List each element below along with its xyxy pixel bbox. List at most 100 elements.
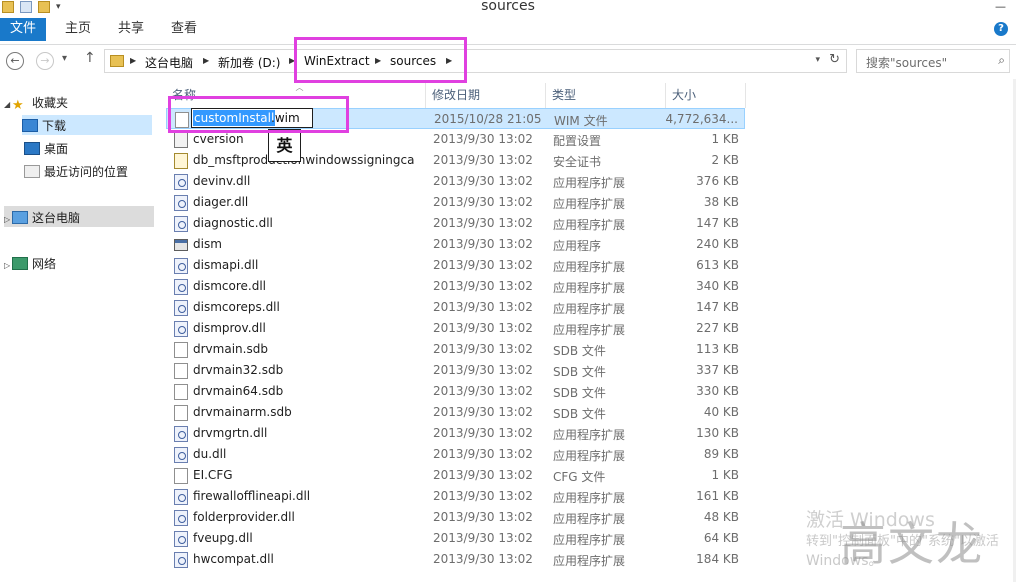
- file-name: drvmain32.sdb: [193, 363, 284, 377]
- nav-desktop[interactable]: 桌面: [24, 140, 68, 157]
- file-row[interactable]: dism 2013/9/30 13:02 应用程序 240 KB: [166, 234, 745, 255]
- column-header-date[interactable]: 修改日期: [426, 83, 546, 108]
- dll-file-icon: [174, 195, 188, 211]
- file-row[interactable]: folderprovider.dll 2013/9/30 13:02 应用程序扩展 4…: [166, 507, 745, 528]
- help-icon[interactable]: ?: [994, 22, 1008, 36]
- file-row[interactable]: hwcompat.dll 2013/9/30 13:02 应用程序扩展 184 KB: [166, 549, 745, 570]
- tab-share[interactable]: 共享: [118, 18, 144, 41]
- downloads-icon: [22, 119, 38, 132]
- file-size: 376 KB: [696, 174, 739, 188]
- file-date: 2013/9/30 13:02: [433, 510, 533, 524]
- file-name: dismprov.dll: [193, 321, 266, 335]
- forward-icon[interactable]: →: [36, 52, 54, 70]
- address-history-icon[interactable]: ▾: [815, 55, 820, 65]
- file-type: SDB 文件: [553, 386, 606, 400]
- file-row[interactable]: drvmain64.sdb 2013/9/30 13:02 SDB 文件 330 KB: [166, 381, 745, 402]
- tab-view[interactable]: 查看: [171, 18, 197, 41]
- file-row[interactable]: diager.dll 2013/9/30 13:02 应用程序扩展 38 KB: [166, 192, 745, 213]
- file-row[interactable]: dismcoreps.dll 2013/9/30 13:02 应用程序扩展 147 K…: [166, 297, 745, 318]
- certificate-icon: [174, 153, 188, 169]
- file-type: 应用程序扩展: [553, 281, 626, 295]
- file-size: 4,772,634...: [665, 112, 738, 126]
- file-row[interactable]: drvmgrtn.dll 2013/9/30 13:02 应用程序扩展 130 KB: [166, 423, 745, 444]
- dll-file-icon: [174, 426, 188, 442]
- file-size: 330 KB: [696, 384, 739, 398]
- file-row[interactable]: fveupg.dll 2013/9/30 13:02 应用程序扩展 64 KB: [166, 528, 745, 549]
- breadcrumb-this-pc[interactable]: 这台电脑: [145, 54, 193, 71]
- recent-locations-icon[interactable]: ▾: [62, 53, 67, 64]
- file-row[interactable]: drvmain32.sdb 2013/9/30 13:02 SDB 文件 337 KB: [166, 360, 745, 381]
- file-size: 113 KB: [696, 342, 739, 356]
- nav-recent-places[interactable]: 最近访问的位置: [24, 163, 128, 180]
- dll-file-icon: [174, 510, 188, 526]
- nav-this-pc[interactable]: ▷ 这台电脑: [4, 206, 154, 227]
- column-header-type[interactable]: 类型: [546, 83, 666, 108]
- file-type: SDB 文件: [553, 407, 606, 421]
- file-size: 64 KB: [703, 531, 739, 545]
- file-type: 应用程序扩展: [553, 197, 626, 211]
- ribbon: 文件 主页 共享 查看 ?: [0, 14, 1016, 45]
- tab-home[interactable]: 主页: [65, 18, 91, 41]
- file-type: 应用程序扩展: [553, 491, 626, 505]
- nav-downloads[interactable]: 下载: [22, 115, 152, 135]
- address-bar[interactable]: ▶ 这台电脑 ▶ 新加卷 (D:) ▶ WinExtract ▶ sources…: [104, 49, 847, 73]
- file-row[interactable]: dismprov.dll 2013/9/30 13:02 应用程序扩展 227 KB: [166, 318, 745, 339]
- file-row[interactable]: dismapi.dll 2013/9/30 13:02 应用程序扩展 613 KB: [166, 255, 745, 276]
- expand-icon[interactable]: ▷: [4, 215, 12, 224]
- file-size: 337 KB: [696, 363, 739, 377]
- file-size: 1 KB: [711, 132, 739, 146]
- file-row[interactable]: db_msftproductionwindowssigningca 2013/9/…: [166, 150, 745, 171]
- minimize-button[interactable]: —: [995, 0, 1006, 13]
- file-row[interactable]: diagnostic.dll 2013/9/30 13:02 应用程序扩展 147 K…: [166, 213, 745, 234]
- file-name: drvmainarm.sdb: [193, 405, 292, 419]
- expand-icon[interactable]: ◢: [4, 100, 12, 109]
- file-row[interactable]: drvmain.sdb 2013/9/30 13:02 SDB 文件 113 KB: [166, 339, 745, 360]
- search-input[interactable]: 搜索"sources": [866, 54, 947, 71]
- tab-file[interactable]: 文件: [0, 18, 46, 41]
- file-row[interactable]: devinv.dll 2013/9/30 13:02 应用程序扩展 376 KB: [166, 171, 745, 192]
- file-date: 2013/9/30 13:02: [433, 552, 533, 566]
- file-icon: [174, 405, 188, 421]
- column-header-size[interactable]: 大小: [666, 83, 746, 108]
- file-type: 应用程序扩展: [553, 428, 626, 442]
- file-row[interactable]: du.dll 2013/9/30 13:02 应用程序扩展 89 KB: [166, 444, 745, 465]
- up-icon[interactable]: ↑: [84, 50, 96, 66]
- file-date: 2013/9/30 13:02: [433, 321, 533, 335]
- back-icon[interactable]: ←: [6, 52, 24, 70]
- ime-mode-indicator: 英: [268, 129, 301, 162]
- file-type: 应用程序扩展: [553, 512, 626, 526]
- highlight-box-filename: [168, 96, 349, 133]
- file-type: 应用程序扩展: [553, 176, 626, 190]
- file-name: folderprovider.dll: [193, 510, 295, 524]
- file-size: 340 KB: [696, 279, 739, 293]
- file-row[interactable]: EI.CFG 2013/9/30 13:02 CFG 文件 1 KB: [166, 465, 745, 486]
- file-name: dismapi.dll: [193, 258, 259, 272]
- breadcrumb-separator-icon[interactable]: ▶: [203, 56, 209, 65]
- config-file-icon: [174, 132, 188, 148]
- nav-network[interactable]: ▷ 网络: [4, 255, 56, 272]
- file-type: 应用程序扩展: [553, 554, 626, 568]
- breadcrumb-separator-icon[interactable]: ▶: [130, 56, 136, 65]
- file-size: 130 KB: [696, 426, 739, 440]
- file-row[interactable]: dismcore.dll 2013/9/30 13:02 应用程序扩展 340 KB: [166, 276, 745, 297]
- navigation-bar: ← → ▾ ↑ ▶ 这台电脑 ▶ 新加卷 (D:) ▶ WinExtract ▶…: [0, 45, 1016, 79]
- file-type: CFG 文件: [553, 470, 606, 484]
- expand-icon[interactable]: ▷: [4, 261, 12, 270]
- file-type: 应用程序扩展: [553, 449, 626, 463]
- search-box[interactable]: 搜索"sources" ⌕: [856, 49, 1010, 73]
- file-date: 2013/9/30 13:02: [433, 258, 533, 272]
- dll-file-icon: [174, 216, 188, 232]
- breadcrumb-drive-d[interactable]: 新加卷 (D:): [218, 54, 280, 71]
- file-name: drvmain64.sdb: [193, 384, 284, 398]
- window-title: sources: [481, 0, 535, 14]
- file-row[interactable]: drvmainarm.sdb 2013/9/30 13:02 SDB 文件 40 KB: [166, 402, 745, 423]
- title-bar: ▾ sources —: [0, 0, 1016, 14]
- dll-file-icon: [174, 174, 188, 190]
- dll-file-icon: [174, 447, 188, 463]
- nav-favorites[interactable]: ◢ ★ 收藏夹: [4, 94, 68, 112]
- search-icon[interactable]: ⌕: [998, 53, 1005, 68]
- refresh-icon[interactable]: ↻: [829, 52, 840, 67]
- file-size: 147 KB: [696, 216, 739, 230]
- recent-places-icon: [24, 165, 40, 178]
- file-row[interactable]: firewallofflineapi.dll 2013/9/30 13:02 应用程…: [166, 486, 745, 507]
